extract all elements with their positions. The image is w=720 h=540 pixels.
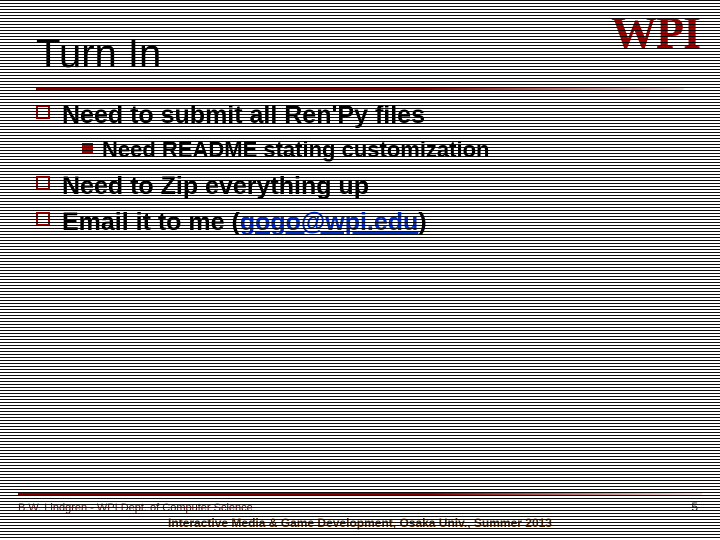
bullet-text: Need to submit all Ren'Py files: [62, 101, 425, 129]
footer-center: Interactive Media & Game Development, Os…: [0, 516, 720, 530]
email-link[interactable]: gogo@wpi.edu: [240, 208, 419, 236]
footer-left: B.W. Lindgren - WPI Dept. of Computer Sc…: [18, 502, 253, 514]
bullet-item: Need to submit all Ren'Py files: [36, 98, 684, 133]
filled-square-bullet-icon: [82, 143, 93, 154]
title-divider: [36, 88, 684, 91]
square-bullet-icon: [36, 176, 50, 190]
square-bullet-icon: [36, 212, 50, 226]
footer-divider: [18, 493, 702, 496]
square-bullet-icon: [36, 105, 50, 119]
bullet-text-prefix: Email it to me (: [62, 208, 240, 236]
slide-title: Turn In: [36, 32, 161, 77]
bullet-text-suffix: ): [418, 208, 426, 236]
sub-bullet-item: Need README stating customization: [36, 135, 684, 165]
slide: WPI Turn In Need to submit all Ren'Py fi…: [0, 0, 720, 540]
bullet-item: Email it to me (gogo@wpi.edu): [36, 205, 684, 240]
slide-content: WPI Turn In Need to submit all Ren'Py fi…: [0, 0, 720, 540]
bullet-item: Need to Zip everything up: [36, 169, 684, 204]
wpi-logo: WPI: [611, 6, 700, 59]
bullet-text: Need README stating customization: [102, 137, 489, 162]
footer-page-number: 5: [691, 500, 698, 514]
slide-body: Need to submit all Ren'Py files Need REA…: [36, 98, 684, 242]
bullet-text: Need to Zip everything up: [62, 172, 369, 200]
